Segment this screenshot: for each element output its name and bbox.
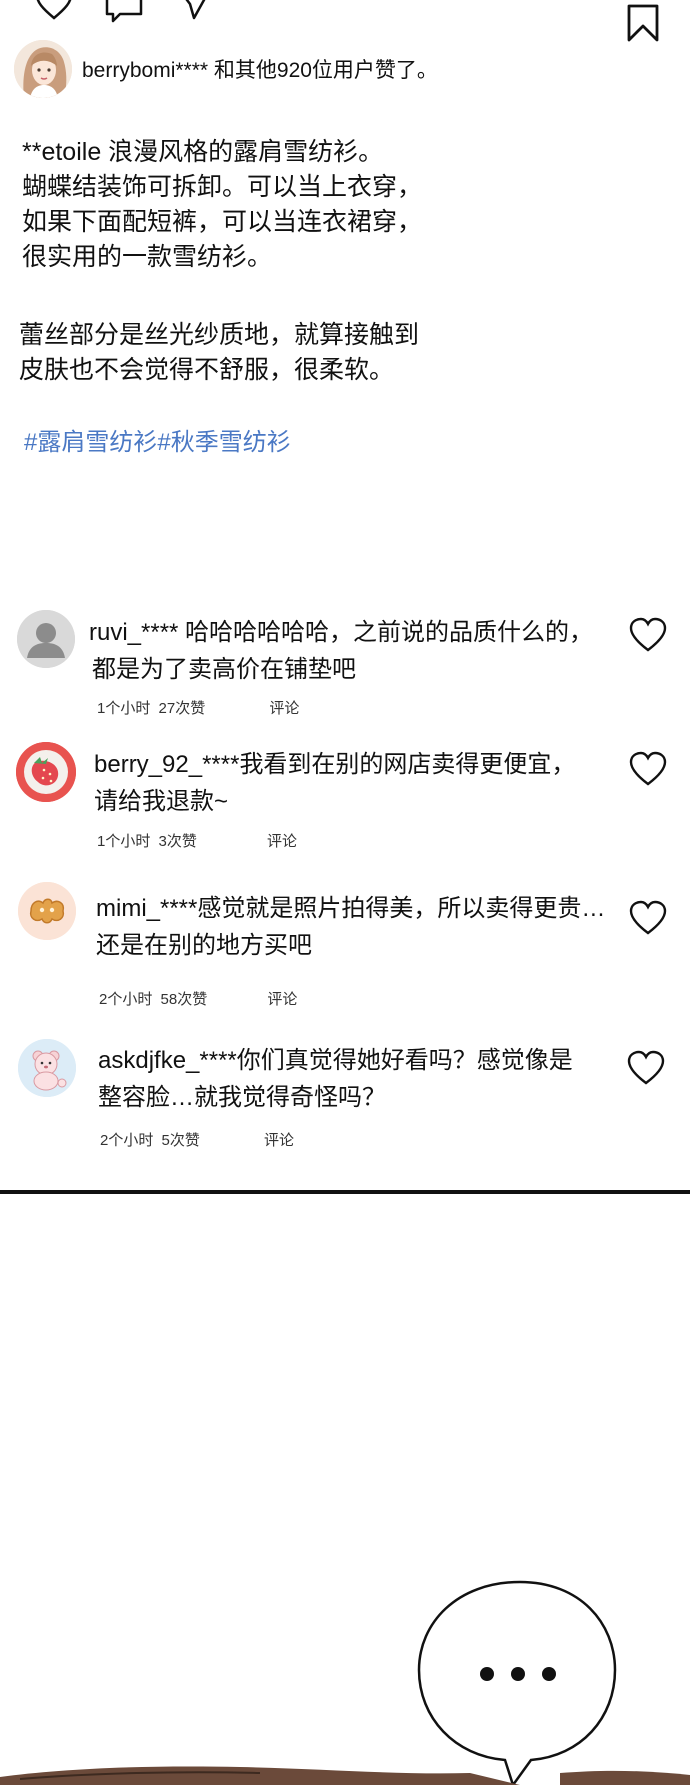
- caption-line: 蝴蝶结装饰可拆卸。可以当上衣穿，: [22, 173, 423, 201]
- comment-like-count[interactable]: 5次赞: [162, 1131, 200, 1151]
- comment-username[interactable]: berry_92_****: [94, 751, 239, 778]
- comment-text: 哈哈哈哈哈哈，之前说的品质什么的，: [178, 619, 594, 646]
- comment-avatar[interactable]: [18, 882, 76, 940]
- comment-body: ruvi_**** 哈哈哈哈哈哈，之前说的品质什么的， 都是为了卖高价在铺垫吧: [89, 614, 593, 688]
- comment-like-count[interactable]: 27次赞: [159, 699, 206, 719]
- caption-line: 如果下面配短裤，可以当连衣裙穿，: [22, 208, 423, 236]
- comment-reply-link[interactable]: 评论: [267, 832, 297, 852]
- caption-line: **etoile 浪漫风格的露肩雪纺衫。: [22, 138, 384, 166]
- comment-meta: 2个小时 5次赞 评论: [100, 1131, 294, 1151]
- comment-meta: 2个小时 58次赞 评论: [99, 990, 297, 1010]
- post-caption: **etoile 浪漫风格的露肩雪纺衫。 蝴蝶结装饰可拆卸。可以当上衣穿， 如果…: [22, 135, 422, 275]
- comment-meta: 1个小时 3次赞 评论: [97, 832, 297, 852]
- speech-bubble: [405, 1578, 635, 1788]
- like-heart-icon[interactable]: [34, 0, 74, 22]
- liker-avatar[interactable]: [14, 40, 72, 98]
- comment-like-count[interactable]: 3次赞: [159, 832, 197, 852]
- comment-avatar[interactable]: [17, 610, 75, 668]
- comment-avatar[interactable]: [18, 1039, 76, 1097]
- character-hair-illustration: [0, 1766, 690, 1785]
- comment-text: 你们真觉得她好看吗？感觉像是: [236, 1047, 573, 1074]
- comment-like-count[interactable]: 58次赞: [161, 990, 208, 1010]
- comment-body: berry_92_****我看到在别的网店卖得更便宜， 请给我退款~: [94, 746, 575, 820]
- post-caption-detail: 蕾丝部分是丝光纱质地，就算接触到 皮肤也不会觉得不舒服，很柔软。: [19, 318, 419, 388]
- teddy-bear-icon: [18, 1039, 76, 1097]
- comment-text: 我看到在别的网店卖得更便宜，: [239, 751, 576, 778]
- post-hashtags[interactable]: #露肩雪纺衫#秋季雪纺衫: [24, 426, 291, 460]
- comment-like-heart-icon[interactable]: [628, 617, 668, 653]
- comment-text-line2: 请给我退款~: [94, 788, 229, 815]
- liker-username[interactable]: berrybomi****: [82, 59, 208, 82]
- comment-time: 1个小时: [97, 700, 151, 717]
- comment-like-heart-icon[interactable]: [628, 900, 668, 936]
- ellipsis-speech-bubble-icon: [417, 1580, 617, 1788]
- caption-line: 很实用的一款雪纺衫。: [22, 243, 273, 271]
- comment-meta: 1个小时 27次赞 评论: [97, 699, 299, 719]
- likes-count-text: 和其他920位用户赞了。: [208, 59, 438, 82]
- comment-text: 感觉就是照片拍得美，所以卖得更贵…: [197, 895, 606, 922]
- panel-divider: [0, 1190, 690, 1194]
- caption-line: 蕾丝部分是丝光纱质地，就算接触到: [19, 321, 420, 349]
- comment-time: 2个小时: [100, 1132, 154, 1149]
- share-icon[interactable]: [176, 0, 212, 22]
- cookie-icon: [18, 882, 76, 940]
- comment-username[interactable]: mimi_****: [96, 895, 197, 922]
- comment-time: 1个小时: [97, 833, 151, 850]
- girl-portrait-icon: [14, 40, 72, 98]
- comment-reply-link[interactable]: 评论: [269, 699, 299, 719]
- comment-body: mimi_****感觉就是照片拍得美，所以卖得更贵… 还是在别的地方买吧: [96, 890, 605, 964]
- comment-time: 2个小时: [99, 991, 153, 1008]
- bookmark-icon[interactable]: [626, 4, 660, 42]
- caption-line: 皮肤也不会觉得不舒服，很柔软。: [19, 356, 395, 384]
- post-action-bar: [0, 0, 690, 42]
- default-user-icon: [17, 610, 75, 668]
- comment-username[interactable]: ruvi_****: [89, 619, 178, 646]
- comment-text-line2: 整容脸…就我觉得奇怪吗？: [98, 1084, 386, 1111]
- likes-summary: berrybomi**** 和其他920位用户赞了。: [82, 55, 438, 87]
- comment-like-heart-icon[interactable]: [626, 1050, 666, 1086]
- strawberry-icon: [16, 742, 76, 802]
- comment-text-line2: 都是为了卖高价在铺垫吧: [92, 656, 356, 683]
- comment-username[interactable]: askdjfke_****: [98, 1047, 237, 1074]
- comment-icon[interactable]: [104, 0, 146, 24]
- comment-reply-link[interactable]: 评论: [267, 990, 297, 1010]
- comment-like-heart-icon[interactable]: [628, 751, 668, 787]
- comment-avatar[interactable]: [16, 742, 76, 802]
- comment-body: askdjfke_****你们真觉得她好看吗？感觉像是 整容脸…就我觉得奇怪吗？: [98, 1042, 573, 1116]
- comment-reply-link[interactable]: 评论: [264, 1131, 294, 1151]
- comment-text-line2: 还是在别的地方买吧: [96, 932, 312, 959]
